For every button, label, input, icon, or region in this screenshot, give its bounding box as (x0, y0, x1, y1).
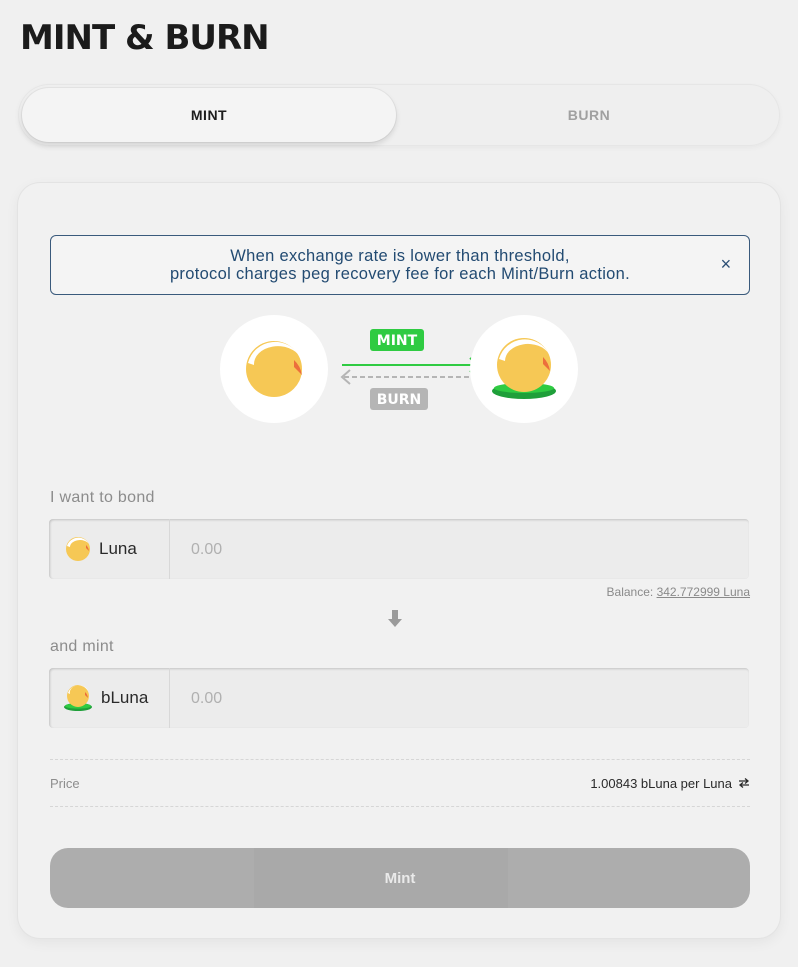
price-value: 1.00843 bLuna per Luna (590, 776, 750, 791)
mint-token-selector: bLuna (49, 668, 170, 728)
close-icon[interactable]: × (715, 253, 737, 275)
price-row: Price 1.00843 bLuna per Luna (50, 759, 750, 807)
burn-tag-label: BURN (377, 392, 422, 408)
mint-tag-label: MINT (377, 333, 418, 349)
mint-amount-input[interactable] (171, 668, 753, 730)
bluna-token-icon (64, 685, 92, 711)
mint-button-label: Mint (384, 869, 416, 887)
bond-token-selector: Luna (49, 519, 170, 579)
mint-burn-diagram: MINT BURN (220, 315, 580, 425)
mint-card: When exchange rate is lower than thresho… (18, 183, 780, 938)
bond-field: Luna (49, 519, 753, 581)
mint-burn-tabs: MINT BURN (18, 84, 780, 146)
bond-label: I want to bond (50, 489, 155, 506)
notice-line-1: When exchange rate is lower than thresho… (230, 247, 570, 265)
bond-amount-input[interactable] (171, 519, 753, 581)
mint-token-name: bLuna (101, 688, 149, 707)
luna-coin-icon (220, 315, 328, 423)
arrow-down-icon (388, 610, 402, 627)
tab-burn[interactable]: BURN (402, 88, 776, 142)
mint-button[interactable]: Mint (50, 848, 750, 908)
balance-text: Balance: 342.772999 Luna (607, 585, 750, 599)
mint-field: bLuna (49, 668, 753, 730)
page-title: MINT & BURN (20, 18, 270, 58)
luna-token-icon (66, 537, 90, 561)
bluna-coin-icon (470, 315, 578, 423)
bond-token-name: Luna (99, 539, 137, 558)
swap-icon[interactable] (738, 778, 750, 788)
mint-label: and mint (50, 638, 114, 655)
balance-label: Balance: (606, 585, 654, 599)
tab-mint[interactable]: MINT (22, 88, 396, 142)
mint-burn-arrows: MINT BURN (340, 329, 472, 410)
balance-value-link[interactable]: 342.772999 Luna (657, 585, 750, 599)
price-value-text: 1.00843 bLuna per Luna (590, 775, 732, 791)
fee-notice: When exchange rate is lower than thresho… (50, 235, 750, 295)
price-label: Price (50, 775, 80, 791)
notice-line-2: protocol charges peg recovery fee for ea… (169, 265, 631, 283)
button-shade (254, 848, 508, 908)
